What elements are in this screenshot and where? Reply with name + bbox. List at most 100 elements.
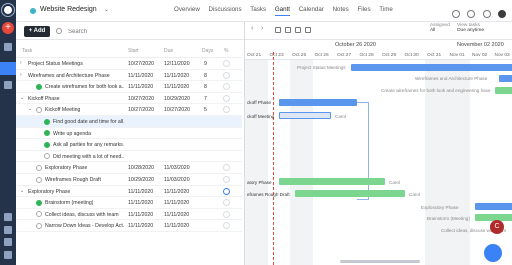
task-name[interactable]: Find good date and time for all...	[53, 119, 124, 125]
task-start[interactable]: 10/28/2020	[128, 165, 154, 171]
task-due[interactable]: 11/11/2020	[164, 200, 189, 206]
add-task-button[interactable]: + Add	[24, 26, 50, 37]
bar-project-status[interactable]	[351, 64, 512, 71]
user-avatar-floating[interactable]: C	[490, 220, 504, 234]
task-name[interactable]: Project Status Meetings	[28, 61, 83, 67]
bar-exploratory[interactable]	[279, 178, 385, 185]
project-title[interactable]: Website Redesign	[40, 6, 97, 13]
table-row[interactable]: Collect ideas, discuss with team 11/11/20…	[16, 209, 242, 221]
tab-discussions[interactable]: Discussions	[209, 6, 242, 13]
table-row[interactable]: Ask all parties for any remarks...	[16, 139, 242, 151]
task-start[interactable]: 10/27/2020	[128, 96, 154, 102]
expand-icon[interactable]	[295, 27, 301, 33]
task-start[interactable]: 11/11/2020	[128, 223, 153, 229]
task-start[interactable]: 10/29/2020	[128, 177, 154, 183]
check-done-icon[interactable]	[36, 199, 42, 206]
chevron-right-icon[interactable]: ›	[20, 60, 22, 66]
projects-nav-active[interactable]	[0, 62, 16, 75]
check-open-icon[interactable]	[36, 106, 42, 113]
task-name[interactable]: Wireframes and Architecture Phase	[28, 73, 110, 79]
bar-exploratory-2[interactable]	[475, 203, 512, 210]
settings-icon[interactable]	[482, 10, 491, 18]
chevron-down-icon[interactable]: ⌄	[28, 106, 32, 112]
table-row[interactable]: ⌄ Exploratory Phase 11/11/2020 11/11/2020	[16, 186, 242, 198]
table-row[interactable]: Brainstorm (meeting) 11/11/2020 11/11/2020	[16, 197, 242, 209]
table-row[interactable]: Narrow Down Ideas - Develop Act... 11/11/…	[16, 220, 242, 232]
search-box[interactable]	[56, 26, 136, 37]
tab-time[interactable]: Time	[379, 6, 393, 13]
zoom-in-icon[interactable]	[285, 27, 291, 33]
zoom-out-icon[interactable]	[275, 27, 281, 33]
bar-kickoff-phase[interactable]	[279, 99, 357, 106]
task-start[interactable]: 10/27/2020	[128, 107, 154, 113]
table-row[interactable]: › Wireframes and Architecture Phase 11/11/…	[16, 70, 242, 82]
task-name[interactable]: Kickoff Meeting	[45, 107, 80, 113]
quick-add-button[interactable]: +	[2, 22, 14, 34]
task-due[interactable]: 11/11/2020	[164, 223, 189, 229]
check-open-icon[interactable]	[36, 164, 42, 171]
task-days[interactable]: 7	[204, 96, 207, 102]
task-name[interactable]: Kickoff Phase	[28, 96, 60, 102]
chat-help-button[interactable]	[484, 244, 502, 262]
refresh-icon[interactable]	[451, 10, 460, 18]
check-open-icon[interactable]	[36, 211, 42, 218]
check-done-icon[interactable]	[36, 83, 42, 90]
tab-files[interactable]: Files	[357, 6, 370, 13]
tab-gantt[interactable]: Gantt	[274, 6, 290, 16]
col-days[interactable]: Days	[202, 48, 213, 54]
horizontal-scrollbar[interactable]	[340, 260, 420, 263]
bar-wire-phase[interactable]	[499, 75, 512, 82]
task-start[interactable]: 11/11/2020	[128, 73, 153, 79]
calendar-icon[interactable]	[305, 27, 311, 33]
inbox-icon[interactable]	[4, 213, 12, 221]
task-due[interactable]: 12/11/2020	[164, 61, 190, 67]
task-name[interactable]: Narrow Down Ideas - Develop Act...	[45, 223, 124, 229]
task-name[interactable]: Brainstorm (meeting)	[45, 200, 93, 206]
task-name[interactable]: Collect ideas, discuss with team	[45, 212, 119, 218]
check-open-icon[interactable]	[36, 222, 42, 229]
task-due[interactable]: 11/11/2020	[164, 189, 189, 195]
check-done-icon[interactable]	[44, 118, 50, 125]
tab-notes[interactable]: Notes	[333, 6, 349, 13]
task-due[interactable]: 10/29/2020	[164, 96, 190, 102]
user-avatar[interactable]	[498, 10, 506, 18]
check-open-icon[interactable]	[44, 153, 50, 160]
table-row[interactable]: › Project Status Meetings 10/27/2020 12/11/…	[16, 58, 242, 70]
task-name[interactable]: Write up agenda	[53, 131, 91, 137]
table-row[interactable]: Wireframes Rough Draft 10/29/2020 11/03/20…	[16, 174, 242, 186]
tab-calendar[interactable]: Calendar	[299, 6, 324, 13]
bar-wire-rough[interactable]	[295, 190, 405, 197]
task-name[interactable]: Did meeting with a lot of need...	[53, 154, 124, 160]
table-row[interactable]: Write up agenda	[16, 128, 242, 140]
arrow-left-icon[interactable]: ‹	[251, 25, 253, 32]
home-icon[interactable]	[4, 43, 12, 51]
task-due[interactable]: 11/03/2020	[164, 165, 190, 171]
task-start[interactable]: 11/11/2020	[128, 212, 153, 218]
task-due[interactable]: 11/11/2020	[164, 212, 189, 218]
chevron-down-icon[interactable]: ⌄	[20, 95, 24, 101]
bar-create-wire[interactable]	[495, 87, 512, 94]
check-open-icon[interactable]	[36, 176, 42, 183]
task-start[interactable]: 11/11/2020	[128, 84, 153, 90]
table-row[interactable]: ⌄ Kickoff Phase 10/27/2020 10/29/2020 7	[16, 93, 242, 105]
tab-overview[interactable]: Overview	[174, 6, 200, 13]
app-logo[interactable]	[2, 4, 14, 16]
globe-icon[interactable]	[4, 81, 12, 89]
task-start[interactable]: 10/27/2020	[128, 61, 154, 67]
task-start[interactable]: 11/11/2020	[128, 200, 153, 206]
chevron-right-icon[interactable]: ›	[20, 72, 22, 78]
task-days[interactable]: 9	[204, 61, 207, 67]
table-row[interactable]: ⌄ Kickoff Meeting 10/27/2020 10/27/2020 5	[16, 104, 242, 116]
help-icon[interactable]	[4, 226, 12, 234]
check-done-icon[interactable]	[44, 130, 50, 137]
task-due[interactable]: 11/11/2020	[164, 84, 189, 90]
col-start[interactable]: Start	[128, 48, 139, 54]
table-row[interactable]: Did meeting with a lot of need...	[16, 151, 242, 163]
task-name[interactable]: Exploratory Phase	[28, 189, 70, 195]
search-input[interactable]	[68, 26, 134, 37]
check-done-icon[interactable]	[44, 141, 50, 148]
col-due[interactable]: Due	[164, 48, 173, 54]
chevron-down-icon[interactable]: ⌄	[20, 188, 24, 194]
chevron-down-icon[interactable]: ⌄	[104, 6, 109, 13]
table-row[interactable]: Create wireframes for both look a... 11/1…	[16, 81, 242, 93]
